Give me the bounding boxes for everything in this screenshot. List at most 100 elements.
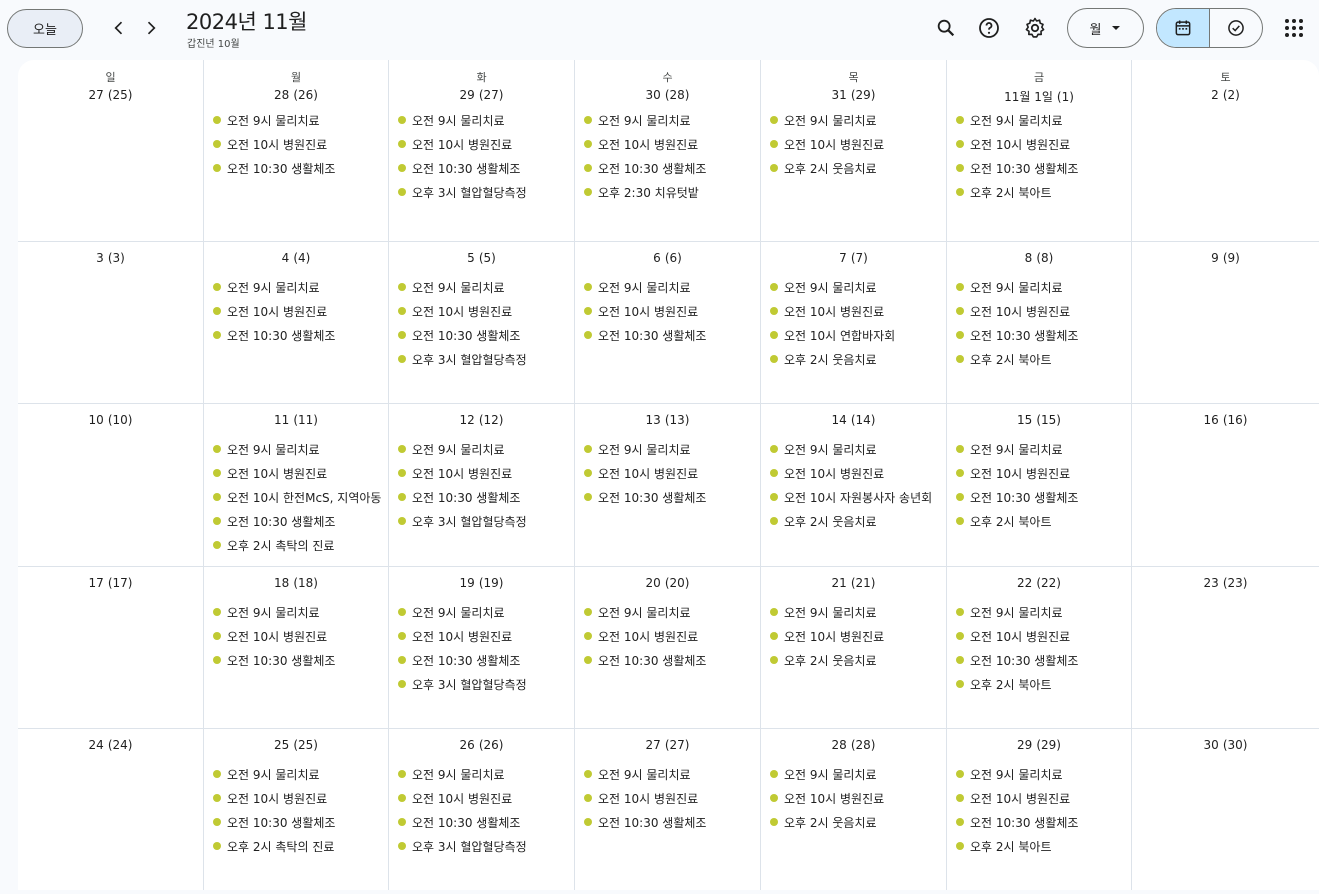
event-item[interactable]: 오전 9시 물리치료 (212, 600, 384, 624)
event-item[interactable]: 오전 10시 병원진료 (397, 132, 570, 156)
event-item[interactable]: 오전 9시 물리치료 (583, 437, 756, 461)
event-item[interactable]: 오전 9시 물리치료 (212, 437, 384, 461)
day-number[interactable]: 19 (19) (389, 576, 574, 590)
day-cell[interactable]: 월 28 (26) 오전 9시 물리치료 오전 10시 병원진료 오전 10:30 생활체… (204, 60, 389, 242)
event-item[interactable]: 오전 9시 물리치료 (397, 437, 570, 461)
event-item[interactable]: 오전 9시 물리치료 (955, 762, 1127, 786)
event-item[interactable]: 오전 9시 물리치료 (397, 762, 570, 786)
day-number[interactable]: 17 (17) (18, 576, 203, 590)
event-item[interactable]: 오전 10:30 생활체조 (955, 156, 1127, 180)
day-number[interactable]: 11월 1일 (1) (947, 88, 1131, 105)
event-item[interactable]: 오전 9시 물리치료 (583, 600, 756, 624)
event-item[interactable]: 오전 9시 물리치료 (769, 275, 942, 299)
event-item[interactable]: 오전 10시 병원진료 (583, 786, 756, 810)
day-cell[interactable]: 16 (16) (1132, 404, 1319, 567)
day-cell[interactable]: 28 (28) 오전 9시 물리치료 오전 10시 병원진료 오후 2시 웃음치료 (761, 729, 947, 890)
event-item[interactable]: 오전 10:30 생활체조 (583, 323, 756, 347)
day-cell[interactable]: 화 29 (27) 오전 9시 물리치료 오전 10시 병원진료 오전 10:30 생활체… (389, 60, 575, 242)
event-item[interactable]: 오전 10시 병원진료 (583, 624, 756, 648)
event-item[interactable]: 오전 10:30 생활체조 (583, 810, 756, 834)
event-item[interactable]: 오전 9시 물리치료 (583, 108, 756, 132)
event-item[interactable]: 오전 10:30 생활체조 (955, 648, 1127, 672)
day-number[interactable]: 8 (8) (947, 251, 1131, 265)
event-item[interactable]: 오전 9시 물리치료 (955, 600, 1127, 624)
event-item[interactable]: 오전 10시 병원진료 (769, 786, 942, 810)
event-item[interactable]: 오전 10시 병원진료 (955, 132, 1127, 156)
event-item[interactable]: 오전 10시 병원진료 (769, 132, 942, 156)
day-cell[interactable]: 12 (12) 오전 9시 물리치료 오전 10시 병원진료 오전 10:30 생활체조… (389, 404, 575, 567)
event-item[interactable]: 오후 3시 혈압혈당측정 (397, 509, 570, 533)
event-item[interactable]: 오후 2시 웃음치료 (769, 810, 942, 834)
event-item[interactable]: 오전 10시 병원진료 (212, 624, 384, 648)
event-item[interactable]: 오전 9시 물리치료 (212, 275, 384, 299)
event-item[interactable]: 오전 10시 병원진료 (212, 299, 384, 323)
day-number[interactable]: 7 (7) (761, 251, 946, 265)
event-item[interactable]: 오전 10시 병원진료 (397, 786, 570, 810)
day-cell[interactable]: 수 30 (28) 오전 9시 물리치료 오전 10시 병원진료 오전 10:30 생활체… (575, 60, 761, 242)
event-item[interactable]: 오전 10:30 생활체조 (583, 648, 756, 672)
event-item[interactable]: 오전 10:30 생활체조 (397, 810, 570, 834)
day-number[interactable]: 14 (14) (761, 413, 946, 427)
settings-button[interactable] (1017, 10, 1053, 46)
event-item[interactable]: 오전 10시 자원봉사자 송년회 (769, 485, 942, 509)
day-cell[interactable]: 4 (4) 오전 9시 물리치료 오전 10시 병원진료 오전 10:30 생활체조 (204, 242, 389, 404)
event-item[interactable]: 오전 10:30 생활체조 (955, 485, 1127, 509)
event-item[interactable]: 오후 2시 촉탁의 진료 (212, 533, 384, 557)
day-number[interactable]: 27 (27) (575, 738, 760, 752)
event-item[interactable]: 오후 2시 웃음치료 (769, 347, 942, 371)
event-item[interactable]: 오전 10:30 생활체조 (955, 323, 1127, 347)
event-item[interactable]: 오전 9시 물리치료 (769, 762, 942, 786)
day-number[interactable]: 28 (28) (761, 738, 946, 752)
event-item[interactable]: 오전 10시 병원진료 (955, 786, 1127, 810)
event-item[interactable]: 오전 10:30 생활체조 (212, 156, 384, 180)
event-item[interactable]: 오전 10시 병원진료 (955, 461, 1127, 485)
day-number[interactable]: 4 (4) (204, 251, 388, 265)
event-item[interactable]: 오전 10:30 생활체조 (397, 323, 570, 347)
event-item[interactable]: 오전 9시 물리치료 (212, 108, 384, 132)
tasks-view-toggle[interactable] (1210, 9, 1263, 47)
event-item[interactable]: 오전 10시 병원진료 (769, 624, 942, 648)
prev-month-button[interactable] (104, 13, 134, 43)
event-item[interactable]: 오후 2시 촉탁의 진료 (212, 834, 384, 858)
day-cell[interactable]: 24 (24) (18, 729, 204, 890)
day-cell[interactable]: 9 (9) (1132, 242, 1319, 404)
day-number[interactable]: 31 (29) (761, 88, 946, 102)
calendar-view-toggle[interactable] (1157, 9, 1210, 47)
day-number[interactable]: 21 (21) (761, 576, 946, 590)
event-item[interactable]: 오전 10시 병원진료 (397, 299, 570, 323)
help-button[interactable] (971, 10, 1007, 46)
day-number[interactable]: 18 (18) (204, 576, 388, 590)
day-cell[interactable]: 26 (26) 오전 9시 물리치료 오전 10시 병원진료 오전 10:30 생활체조… (389, 729, 575, 890)
day-number[interactable]: 13 (13) (575, 413, 760, 427)
event-item[interactable]: 오전 10시 병원진료 (583, 132, 756, 156)
day-number[interactable]: 27 (25) (18, 88, 203, 102)
event-item[interactable]: 오후 2시 웃음치료 (769, 156, 942, 180)
event-item[interactable]: 오전 10:30 생활체조 (212, 509, 384, 533)
event-item[interactable]: 오전 10시 병원진료 (583, 461, 756, 485)
event-item[interactable]: 오전 10시 병원진료 (955, 624, 1127, 648)
day-number[interactable]: 20 (20) (575, 576, 760, 590)
event-item[interactable]: 오전 10:30 생활체조 (955, 810, 1127, 834)
event-item[interactable]: 오전 10시 병원진료 (212, 786, 384, 810)
event-item[interactable]: 오전 9시 물리치료 (955, 108, 1127, 132)
day-number[interactable]: 16 (16) (1132, 413, 1319, 427)
day-number[interactable]: 10 (10) (18, 413, 203, 427)
day-cell[interactable]: 19 (19) 오전 9시 물리치료 오전 10시 병원진료 오전 10:30 생활체조… (389, 567, 575, 729)
day-number[interactable]: 12 (12) (389, 413, 574, 427)
day-cell[interactable]: 11 (11) 오전 9시 물리치료 오전 10시 병원진료 오전 10시 한전McS,… (204, 404, 389, 567)
event-item[interactable]: 오전 10시 병원진료 (769, 299, 942, 323)
day-cell[interactable]: 21 (21) 오전 9시 물리치료 오전 10시 병원진료 오후 2시 웃음치료 (761, 567, 947, 729)
day-cell[interactable]: 13 (13) 오전 9시 물리치료 오전 10시 병원진료 오전 10:30 생활체조 (575, 404, 761, 567)
day-cell[interactable]: 7 (7) 오전 9시 물리치료 오전 10시 병원진료 오전 10시 연합바자회 오후 … (761, 242, 947, 404)
event-item[interactable]: 오후 3시 혈압혈당측정 (397, 834, 570, 858)
event-item[interactable]: 오전 10:30 생활체조 (397, 648, 570, 672)
event-item[interactable]: 오전 10:30 생활체조 (583, 156, 756, 180)
day-number[interactable]: 23 (23) (1132, 576, 1319, 590)
today-button[interactable]: 오늘 (7, 9, 83, 48)
day-number[interactable]: 5 (5) (389, 251, 574, 265)
event-item[interactable]: 오전 10시 병원진료 (212, 461, 384, 485)
day-number[interactable]: 29 (27) (389, 88, 574, 102)
event-item[interactable]: 오전 10시 병원진료 (397, 461, 570, 485)
day-cell[interactable]: 8 (8) 오전 9시 물리치료 오전 10시 병원진료 오전 10:30 생활체조 오후… (947, 242, 1132, 404)
day-cell[interactable]: 14 (14) 오전 9시 물리치료 오전 10시 병원진료 오전 10시 자원봉사자 … (761, 404, 947, 567)
